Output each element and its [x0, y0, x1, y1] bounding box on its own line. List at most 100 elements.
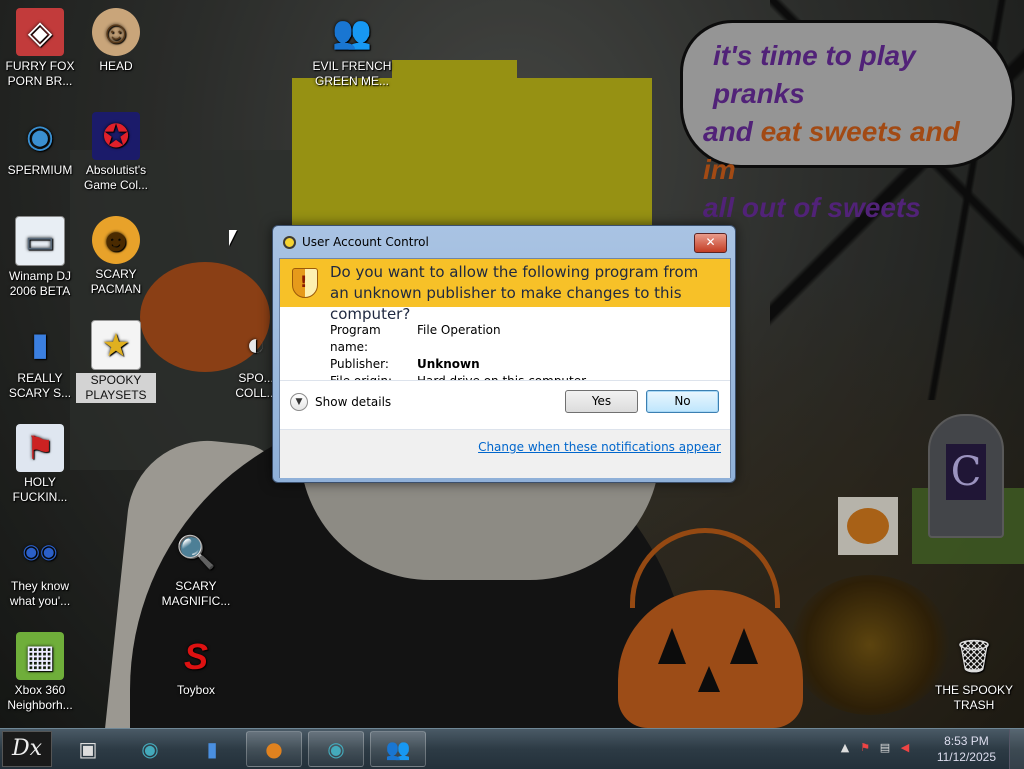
usb-drive-icon: ▮	[206, 737, 218, 761]
desktop-icon-toybox[interactable]: S Toybox	[156, 632, 236, 698]
mouse-cursor-icon	[229, 230, 237, 246]
pail-eye-left	[658, 628, 686, 664]
pail-nose	[698, 666, 720, 692]
desktop-icon-label: HEAD	[99, 59, 133, 73]
desktop-icon-spooky-trash[interactable]: 🗑 THE SPOOKY TRASH	[934, 632, 1014, 713]
desktop-icon-evil-french-green-me[interactable]: 👥 EVIL FRENCH GREEN ME...	[312, 8, 392, 89]
taskbar-clock[interactable]: 8:53 PM 11/12/2025	[937, 733, 996, 765]
desktop-icon-label: SCARY MAGNIFIC...	[161, 579, 231, 608]
pumpkin-icon: ●	[265, 737, 283, 761]
taskbar: Dx ▣ ◉ ▮ ● ◉ 👥 ▲ ⚑ ▤ ◀ 8:53 PM 11/12/202…	[0, 728, 1024, 769]
gravestone-letter: C	[946, 444, 986, 500]
info-row-publisher: Publisher: Unknown	[330, 356, 586, 373]
uac-dialog: User Account Control ✕ ! Do you want to …	[272, 225, 736, 483]
show-details-label[interactable]: Show details	[315, 395, 391, 409]
uac-shield-small-icon	[283, 236, 296, 249]
usb-drive-icon: ▮	[31, 325, 49, 362]
pentagram-icon: ✪	[92, 112, 140, 160]
desktop-icon-winamp[interactable]: ▭ Winamp DJ 2006 BETA	[0, 216, 80, 299]
network-map-icon: ⚑	[16, 424, 64, 472]
desktop-icon-label: HOLY FUCKIN...	[12, 475, 68, 504]
desktop-icon-label: They know what you'...	[9, 579, 71, 608]
face-photo-icon: ☺	[92, 8, 140, 56]
wallpaper-glowing-pumpkin	[790, 575, 950, 715]
clock-time: 8:53 PM	[944, 734, 989, 748]
desktop-icon-label: SCARY PACMAN	[90, 267, 142, 296]
desktop-icon-label: Absolutist's Game Col...	[83, 163, 149, 192]
info-row-program-name: Program name: File Operation	[330, 322, 586, 356]
desktop-icon-label: EVIL FRENCH GREEN ME...	[312, 59, 392, 88]
show-desktop-button[interactable]	[1009, 729, 1024, 769]
desktop-icon-label: Xbox 360 Neighborh...	[7, 683, 73, 712]
show-details-toggle[interactable]: ▼ Show details	[290, 393, 391, 411]
yes-button[interactable]: Yes	[565, 390, 638, 413]
info-key: Publisher:	[330, 357, 389, 371]
eyes-icon: ◉◉	[22, 540, 58, 563]
uac-title: User Account Control	[302, 235, 429, 249]
desktop-icon-scary-magnific[interactable]: 🔍 SCARY MAGNIFIC...	[156, 528, 236, 609]
network-icon[interactable]: ▤	[878, 741, 892, 755]
taskbar-usb-button[interactable]: ▮	[184, 731, 240, 767]
uac-question-text: Do you want to allow the following progr…	[330, 263, 699, 323]
action-center-flag-icon[interactable]: ⚑	[858, 741, 872, 755]
info-key: Program name:	[330, 323, 381, 354]
desktop: C it's time to play pranks and eat sweet…	[0, 0, 1024, 728]
uac-titlebar[interactable]: User Account Control ✕	[273, 226, 735, 258]
bubble-line-2a: and	[703, 116, 761, 147]
red-s-icon: S	[183, 635, 208, 677]
desktop-icon-label: FURRY FOX PORN BR...	[5, 59, 75, 88]
speech-bubble: it's time to play pranks and eat sweets …	[680, 20, 1015, 223]
trash-bin-icon: 🗑	[953, 637, 995, 674]
chevron-down-icon[interactable]: ▼	[290, 393, 308, 411]
system-tray: ▲ ⚑ ▤ ◀ 8:53 PM 11/12/2025	[834, 729, 1024, 769]
volume-icon[interactable]: ◀	[898, 741, 912, 755]
no-button[interactable]: No	[646, 390, 719, 413]
magnifier-icon: 🔍	[176, 533, 216, 570]
change-notifications-link[interactable]: Change when these notifications appear	[478, 440, 721, 454]
uac-footer: Change when these notifications appear	[280, 429, 730, 478]
desktop-icon-holy[interactable]: ⚑ HOLY FUCKIN...	[0, 424, 80, 505]
taskbar-browser-button[interactable]: ◉	[122, 731, 178, 767]
desktop-icon-xbox-360[interactable]: ▦ Xbox 360 Neighborh...	[0, 632, 80, 713]
tray-expand-icon[interactable]: ▲	[838, 741, 852, 755]
clock-date: 11/12/2025	[936, 750, 996, 764]
taskbar-pumpkin-button[interactable]: ●	[246, 731, 302, 767]
desktop-icon-furry-fox[interactable]: ◈ FURRY FOX PORN BR...	[0, 8, 80, 89]
uac-warning-shield-icon: !	[292, 268, 318, 298]
green-messenger-icon: 👥	[332, 13, 372, 50]
desktop-icon-label: REALLY SCARY S...	[8, 371, 72, 400]
messenger-icon: 👥	[385, 737, 411, 761]
taskbar-explorer-button[interactable]: ▣	[60, 731, 116, 767]
desktop-icon-head[interactable]: ☺ HEAD	[76, 8, 156, 74]
desktop-icon-spermium[interactable]: ◉ SPERMIUM	[0, 112, 80, 178]
uac-content: ! Do you want to allow the following pro…	[279, 258, 731, 478]
bubble-line-3: all out of sweets	[703, 192, 921, 223]
star-sticker-icon: ★	[91, 320, 141, 370]
desktop-icon-label: Winamp DJ 2006 BETA	[8, 269, 71, 298]
wallpaper-hat	[292, 78, 652, 228]
desktop-icon-they-know[interactable]: ◉◉ They know what you'...	[0, 528, 80, 609]
start-button[interactable]: Dx	[2, 731, 52, 767]
pail-eye-right	[730, 628, 758, 664]
uac-action-bar: ▼ Show details Yes No	[280, 380, 730, 429]
taskbar-messenger-button[interactable]: 👥	[370, 731, 426, 767]
browser-globe-icon: ◉	[327, 737, 345, 761]
info-value: Unknown	[417, 357, 480, 371]
desktop-icon-really-scary[interactable]: ▮ REALLY SCARY S...	[0, 320, 80, 401]
red-cube-icon: ◈	[16, 8, 64, 56]
desktop-icon-absolutist[interactable]: ✪ Absolutist's Game Col...	[76, 112, 156, 193]
xbox-icon: ▦	[16, 632, 64, 680]
pumpkin-face-icon: ☻	[92, 216, 140, 264]
browser-globe-icon: ◉	[26, 117, 54, 154]
wallpaper-gravestone: C	[928, 414, 1004, 538]
pumpkin-icon	[847, 508, 889, 544]
pumpkin-thumbnail	[838, 497, 898, 555]
desktop-icon-scary-pacman[interactable]: ☻ SCARY PACMAN	[76, 216, 156, 297]
taskbar-browser-button-2[interactable]: ◉	[308, 731, 364, 767]
desktop-icon-label: SPERMIUM	[7, 163, 73, 177]
close-button[interactable]: ✕	[694, 233, 727, 253]
info-value: File Operation	[417, 323, 501, 337]
browser-globe-icon: ◉	[141, 737, 159, 761]
desktop-icon-spooky-playsets[interactable]: ★ SPOOKY PLAYSETS	[76, 320, 156, 403]
desktop-icon-label: Toybox	[176, 683, 216, 697]
